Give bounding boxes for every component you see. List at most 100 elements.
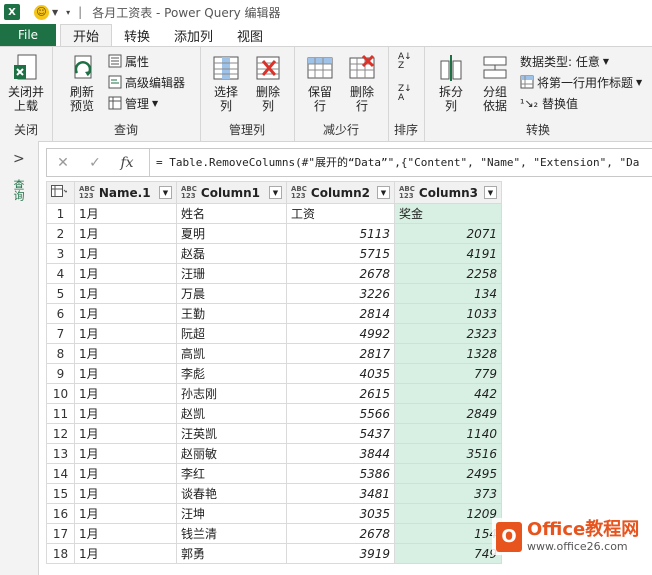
use-first-row-as-headers-button[interactable]: 将第一行用作标题 ▼ — [520, 72, 642, 92]
table-row[interactable]: 11 1月 赵凯 5566 2849 — [46, 403, 502, 424]
table-cell[interactable]: 李红 — [176, 463, 287, 484]
row-number[interactable]: 17 — [46, 523, 75, 544]
row-number[interactable]: 7 — [46, 323, 75, 344]
table-cell[interactable]: 夏明 — [176, 223, 287, 244]
table-cell[interactable]: 1月 — [74, 403, 177, 424]
table-cell[interactable]: 谈春艳 — [176, 483, 287, 504]
filter-dropdown-icon[interactable]: ▼ — [377, 186, 390, 199]
remove-columns-button[interactable]: 删除 列 — [248, 53, 288, 113]
table-cell[interactable]: 1月 — [74, 343, 177, 364]
table-cell[interactable]: 王勤 — [176, 303, 287, 324]
table-row[interactable]: 9 1月 李彪 4035 779 — [46, 363, 502, 384]
table-cell[interactable]: 442 — [394, 383, 502, 404]
column-header-name1[interactable]: ABC 123 Name.1 ▼ — [74, 181, 177, 204]
table-cell[interactable]: 1月 — [74, 463, 177, 484]
filter-dropdown-icon[interactable]: ▼ — [269, 186, 282, 199]
table-cell[interactable]: 1328 — [394, 343, 502, 364]
table-cell[interactable]: 1月 — [74, 423, 177, 444]
row-number[interactable]: 18 — [46, 543, 75, 564]
filter-dropdown-icon[interactable]: ▼ — [159, 186, 172, 199]
row-number[interactable]: 5 — [46, 283, 75, 304]
table-cell[interactable]: 1月 — [74, 303, 177, 324]
sort-descending-button[interactable]: Z↓ A — [398, 85, 412, 103]
row-number[interactable]: 6 — [46, 303, 75, 324]
table-cell[interactable]: 赵磊 — [176, 243, 287, 264]
table-cell[interactable]: 汪珊 — [176, 263, 287, 284]
table-cell[interactable]: 阮超 — [176, 323, 287, 344]
advanced-editor-button[interactable]: 高级编辑器 — [108, 72, 185, 92]
keep-rows-button[interactable]: 保留 行 — [300, 53, 340, 113]
cancel-formula-icon[interactable]: ✕ — [47, 155, 79, 171]
customize-dropdown-icon[interactable]: ▾ — [66, 8, 70, 17]
table-cell[interactable]: 5386 — [286, 463, 395, 484]
close-load-button[interactable]: 关闭并 上载 — [4, 53, 48, 113]
table-cell[interactable]: 2071 — [394, 223, 502, 244]
tab-transform[interactable]: 转换 — [112, 24, 162, 46]
table-cell[interactable]: 高凯 — [176, 343, 287, 364]
table-cell[interactable]: 1月 — [74, 243, 177, 264]
table-cell[interactable]: 赵凯 — [176, 403, 287, 424]
table-row[interactable]: 14 1月 李红 5386 2495 — [46, 463, 502, 484]
table-cell[interactable]: 工资 — [286, 203, 395, 224]
table-row[interactable]: 3 1月 赵磊 5715 4191 — [46, 243, 502, 264]
table-cell[interactable]: 5566 — [286, 403, 395, 424]
refresh-preview-button[interactable]: 刷新 预览 — [60, 53, 104, 113]
remove-rows-button[interactable]: 删除 行 — [342, 53, 382, 113]
column-header-column2[interactable]: ABC 123 Column2 ▼ — [286, 181, 395, 204]
table-cell[interactable]: 1月 — [74, 483, 177, 504]
table-cell[interactable]: 1209 — [394, 503, 502, 524]
table-cell[interactable]: 3844 — [286, 443, 395, 464]
table-cell[interactable]: 1月 — [74, 383, 177, 404]
table-row[interactable]: 13 1月 赵丽敏 3844 3516 — [46, 443, 502, 464]
row-number[interactable]: 8 — [46, 343, 75, 364]
row-number[interactable]: 15 — [46, 483, 75, 504]
table-cell[interactable]: 3481 — [286, 483, 395, 504]
table-row[interactable]: 10 1月 孙志刚 2615 442 — [46, 383, 502, 404]
row-number[interactable]: 10 — [46, 383, 75, 404]
expand-queries-icon[interactable]: > — [13, 151, 25, 167]
table-row[interactable]: 12 1月 汪英凯 5437 1140 — [46, 423, 502, 444]
tab-add-column[interactable]: 添加列 — [162, 24, 225, 46]
row-number[interactable]: 11 — [46, 403, 75, 424]
table-cell[interactable]: 李彪 — [176, 363, 287, 384]
row-number[interactable]: 2 — [46, 223, 75, 244]
table-row[interactable]: 18 1月 郭勇 3919 749 — [46, 543, 502, 564]
table-cell[interactable]: 1140 — [394, 423, 502, 444]
table-cell[interactable]: 4992 — [286, 323, 395, 344]
table-cell[interactable]: 2849 — [394, 403, 502, 424]
table-row[interactable]: 6 1月 王勤 2814 1033 — [46, 303, 502, 324]
properties-button[interactable]: 属性 — [108, 51, 149, 71]
sort-ascending-button[interactable]: A↓ Z — [398, 53, 412, 71]
row-number[interactable]: 3 — [46, 243, 75, 264]
table-cell[interactable]: 4191 — [394, 243, 502, 264]
choose-columns-button[interactable]: 选择 列 — [206, 53, 246, 113]
table-cell[interactable]: 134 — [394, 283, 502, 304]
split-column-button[interactable]: 拆分 列 — [430, 53, 472, 113]
table-row[interactable]: 4 1月 汪珊 2678 2258 — [46, 263, 502, 284]
table-cell[interactable]: 1月 — [74, 283, 177, 304]
table-cell[interactable]: 赵丽敏 — [176, 443, 287, 464]
row-number[interactable]: 16 — [46, 503, 75, 524]
fx-icon[interactable]: fx — [111, 155, 143, 171]
row-number[interactable]: 9 — [46, 363, 75, 384]
manage-button[interactable]: 管理 ▼ — [108, 93, 158, 113]
tab-view[interactable]: 视图 — [225, 24, 275, 46]
table-cell[interactable]: 1月 — [74, 203, 177, 224]
confirm-formula-icon[interactable]: ✓ — [79, 155, 111, 171]
table-cell[interactable]: 郭勇 — [176, 543, 287, 564]
table-cell[interactable]: 1月 — [74, 523, 177, 544]
table-cell[interactable]: 3919 — [286, 543, 395, 564]
row-number[interactable]: 13 — [46, 443, 75, 464]
table-cell[interactable]: 5437 — [286, 423, 395, 444]
table-cell[interactable]: 2678 — [286, 263, 395, 284]
table-row[interactable]: 15 1月 谈春艳 3481 373 — [46, 483, 502, 504]
table-cell[interactable]: 汪坤 — [176, 503, 287, 524]
table-row[interactable]: 2 1月 夏明 5113 2071 — [46, 223, 502, 244]
replace-values-button[interactable]: ¹↘₂ 替换值 — [520, 93, 578, 113]
table-cell[interactable]: 373 — [394, 483, 502, 504]
table-row[interactable]: 8 1月 高凯 2817 1328 — [46, 343, 502, 364]
table-cell[interactable]: 1月 — [74, 543, 177, 564]
tab-file[interactable]: File — [0, 24, 56, 46]
table-cell[interactable]: 3516 — [394, 443, 502, 464]
table-row[interactable]: 1 1月 姓名 工资 奖金 — [46, 203, 502, 224]
